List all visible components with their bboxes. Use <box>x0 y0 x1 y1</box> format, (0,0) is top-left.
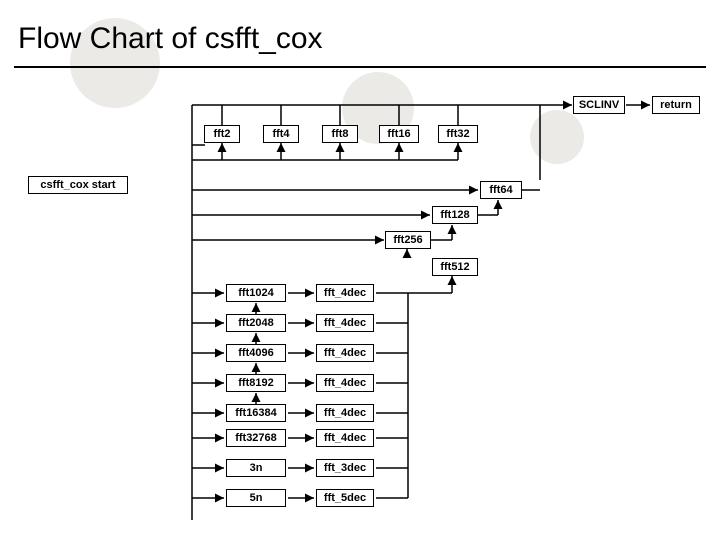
node-5n: 5n <box>226 489 286 507</box>
node-3n: 3n <box>226 459 286 477</box>
node-fft2: fft2 <box>204 125 240 143</box>
node-sclinv: SCLINV <box>573 96 625 114</box>
node-fft32: fft32 <box>438 125 478 143</box>
node-fft16: fft16 <box>379 125 419 143</box>
node-fft256: fft256 <box>385 231 431 249</box>
title-rule <box>14 66 706 68</box>
node-dec4-4: fft_4dec <box>316 374 374 392</box>
node-fft64: fft64 <box>480 181 522 199</box>
node-fft128: fft128 <box>432 206 478 224</box>
node-dec4-2: fft_4dec <box>316 314 374 332</box>
node-dec3: fft_3dec <box>316 459 374 477</box>
deco-circle <box>530 110 584 164</box>
node-fft512: fft512 <box>432 258 478 276</box>
node-fft32768: fft32768 <box>226 429 286 447</box>
node-fft4: fft4 <box>263 125 299 143</box>
node-dec4-6: fft_4dec <box>316 429 374 447</box>
node-fft16384: fft16384 <box>226 404 286 422</box>
node-dec4-5: fft_4dec <box>316 404 374 422</box>
node-dec4-1: fft_4dec <box>316 284 374 302</box>
node-fft8192: fft8192 <box>226 374 286 392</box>
node-fft8: fft8 <box>322 125 358 143</box>
page-title: Flow Chart of csfft_cox <box>18 22 323 56</box>
node-fft1024: fft1024 <box>226 284 286 302</box>
node-dec4-3: fft_4dec <box>316 344 374 362</box>
node-start: csfft_cox start <box>28 176 128 194</box>
node-fft4096: fft4096 <box>226 344 286 362</box>
node-fft2048: fft2048 <box>226 314 286 332</box>
node-return: return <box>652 96 700 114</box>
node-dec5: fft_5dec <box>316 489 374 507</box>
